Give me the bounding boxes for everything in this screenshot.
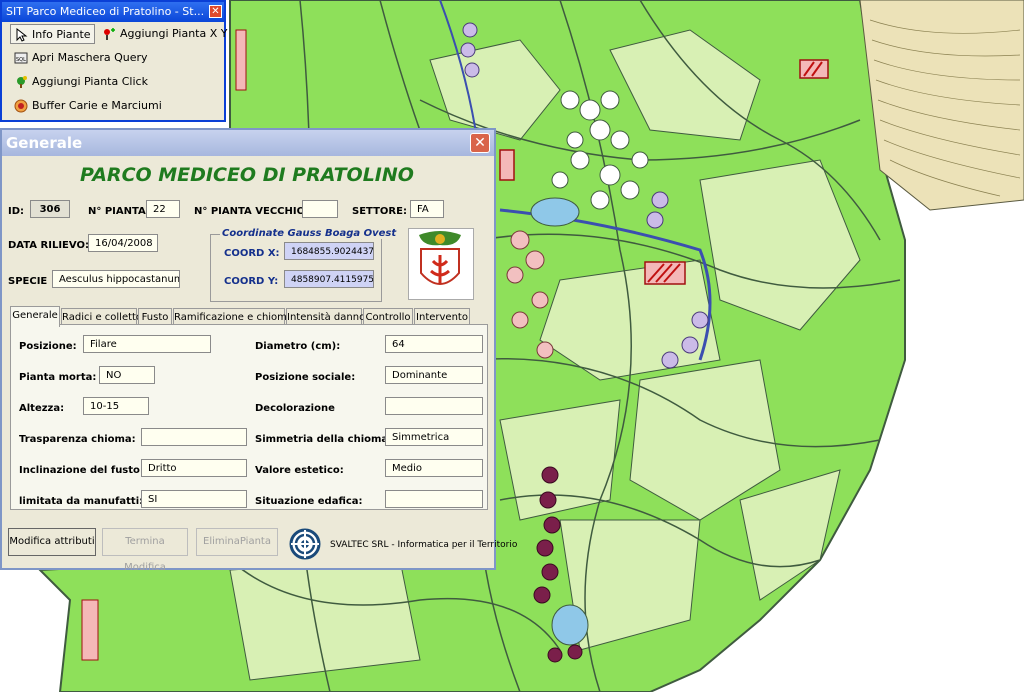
decolorazione-label: Decolorazione <box>255 403 335 414</box>
specie-label: SPECIE <box>8 276 48 287</box>
id-label: ID: <box>8 206 25 217</box>
simmetria-label: Simmetria della chioma: <box>255 434 393 445</box>
posizione-field[interactable]: Filare <box>83 335 211 353</box>
coord-title: Coordinate Gauss Boaga Ovest <box>220 228 399 239</box>
svaltec-logo-icon <box>289 528 321 560</box>
buffer-carie-button[interactable]: Buffer Carie e Marciumi <box>14 96 162 116</box>
toolbar-window: SIT Parco Mediceo di Pratolino - St... ✕… <box>0 0 228 122</box>
manufatti-label: limitata da manufatti: <box>19 496 144 507</box>
npianta-old-field[interactable] <box>302 200 338 218</box>
generale-dialog: Generale ✕ PARCO MEDICEO DI PRATOLINO ID… <box>0 128 517 573</box>
situazione-edafica-label: Situazione edafica: <box>255 496 363 507</box>
simmetria-field[interactable]: Simmetrica <box>385 428 483 446</box>
altezza-field[interactable]: 10-15 <box>83 397 149 415</box>
trasparenza-label: Trasparenza chioma: <box>19 434 136 445</box>
apri-maschera-query-label: Apri Maschera Query <box>32 51 148 64</box>
aggiungi-pianta-xy-label: Aggiungi Pianta X Y <box>120 27 228 40</box>
settore-field[interactable]: FA <box>410 200 444 218</box>
situazione-edafica-field[interactable] <box>385 490 483 508</box>
coordx-label: COORD X: <box>224 248 280 259</box>
coordy-label: COORD Y: <box>224 276 279 287</box>
dialog-titlebar[interactable]: Generale ✕ <box>2 130 494 156</box>
buffer-icon <box>14 99 28 113</box>
toolbar-titlebar[interactable]: SIT Parco Mediceo di Pratolino - St... ✕ <box>2 2 224 22</box>
apri-maschera-query-button[interactable]: SQL Apri Maschera Query <box>14 48 148 68</box>
inclinazione-label: Inclinazione del fusto: <box>19 465 144 476</box>
generale-tab-panel: Posizione: Filare Pianta morta: NO Altez… <box>10 324 488 510</box>
diametro-label: Diametro (cm): <box>255 341 341 352</box>
aggiungi-pianta-xy-button[interactable]: Aggiungi Pianta X Y <box>102 24 228 44</box>
valore-estetico-label: Valore estetico: <box>255 465 344 476</box>
pianta-morta-label: Pianta morta: <box>19 372 97 383</box>
id-value: 306 <box>30 200 70 218</box>
aggiungi-pianta-click-button[interactable]: Aggiungi Pianta Click <box>14 72 148 92</box>
plant-click-icon <box>17 76 27 88</box>
modifica-attributi-button[interactable]: Modifica attributi <box>8 528 96 556</box>
aggiungi-pianta-click-label: Aggiungi Pianta Click <box>32 75 148 88</box>
info-piante-button[interactable]: Info Piante <box>10 24 95 44</box>
buffer-carie-label: Buffer Carie e Marciumi <box>32 99 162 112</box>
coat-of-arms-logo <box>408 228 474 300</box>
pianta-morta-field[interactable]: NO <box>99 366 155 384</box>
specie-field[interactable]: Aesculus hippocastanum <box>52 270 180 288</box>
trasparenza-field[interactable] <box>141 428 247 446</box>
decolorazione-field[interactable] <box>385 397 483 415</box>
altezza-label: Altezza: <box>19 403 65 414</box>
valore-estetico-field[interactable]: Medio <box>385 459 483 477</box>
svg-text:SQL: SQL <box>16 57 26 63</box>
termina-modifica-button[interactable]: Termina Modifica <box>102 528 188 573</box>
npianta-old-label: N° PIANTA VECCHIO: <box>194 206 310 217</box>
pointer-icon <box>16 28 28 42</box>
posizione-label: Posizione: <box>19 341 77 352</box>
elimina-pianta-button[interactable]: EliminaPianta <box>196 528 278 556</box>
npianta-field[interactable]: 22 <box>146 200 180 218</box>
svaltec-footer: SVALTEC SRL - Informatica per il Territo… <box>330 540 518 550</box>
park-heading: PARCO MEDICEO DI PRATOLINO <box>80 164 414 186</box>
info-piante-label: Info Piante <box>32 28 91 41</box>
inclinazione-field[interactable]: Dritto <box>141 459 247 477</box>
toolbar-title: SIT Parco Mediceo di Pratolino - St... <box>6 5 205 18</box>
tab-generale[interactable]: Generale <box>10 306 60 327</box>
posizione-sociale-field[interactable]: Dominante <box>385 366 483 384</box>
coordx-field[interactable]: 1684855.9024437 <box>284 242 374 260</box>
npianta-label: N° PIANTA: <box>88 206 150 217</box>
settore-label: SETTORE: <box>352 206 407 217</box>
dialog-title: Generale <box>6 134 83 152</box>
manufatti-field[interactable]: SI <box>141 490 247 508</box>
data-rilievo-label: DATA RILIEVO: <box>8 240 89 251</box>
dialog-close-button[interactable]: ✕ <box>470 133 490 153</box>
coordy-field[interactable]: 4858907.4115975 <box>284 270 374 288</box>
toolbar-close-button[interactable]: ✕ <box>209 5 222 18</box>
sql-icon: SQL <box>14 52 28 64</box>
data-rilievo-field[interactable]: 16/04/2008 <box>88 234 158 252</box>
add-pin-icon <box>104 28 115 40</box>
posizione-sociale-label: Posizione sociale: <box>255 372 356 383</box>
diametro-field[interactable]: 64 <box>385 335 483 353</box>
